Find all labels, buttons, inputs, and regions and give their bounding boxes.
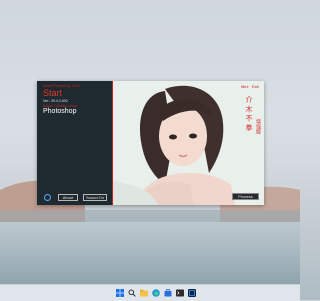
cjk-subtitle: 增强版 — [255, 119, 261, 134]
version-line: Ver.: 25.4.2.400 — [43, 99, 68, 103]
start-title: Start — [43, 88, 63, 98]
background-lake — [0, 222, 300, 284]
edge-browser-icon[interactable] — [152, 289, 160, 297]
search-icon[interactable] — [128, 289, 136, 297]
taskbar — [0, 284, 300, 301]
cjk-title: 介 木 不 拳 — [245, 96, 253, 131]
file-explorer-icon[interactable] — [140, 289, 148, 297]
photoshop-icon[interactable] — [188, 289, 196, 297]
settings-icon[interactable] — [44, 194, 51, 201]
exit-button[interactable]: Exit — [252, 84, 259, 89]
sound-on-button[interactable]: Sound On — [83, 194, 107, 201]
artwork-panel: Mini Exit 介 木 不 拳 增强版 Process — [113, 81, 264, 205]
store-icon[interactable] — [164, 289, 172, 297]
installer-window: Adobe Photoshop 2024 Start Ver.: 25.4.2.… — [37, 81, 264, 205]
portrait-illustration — [113, 81, 264, 205]
minimize-button[interactable]: Mini — [241, 84, 248, 89]
about-button[interactable]: About — [58, 194, 78, 201]
terminal-icon[interactable] — [176, 289, 184, 297]
left-info-panel: Adobe Photoshop 2024 Start Ver.: 25.4.2.… — [37, 81, 113, 205]
process-button[interactable]: Process — [232, 193, 259, 200]
app-name: Photoshop — [43, 108, 77, 115]
windows-start-icon[interactable] — [116, 289, 124, 297]
